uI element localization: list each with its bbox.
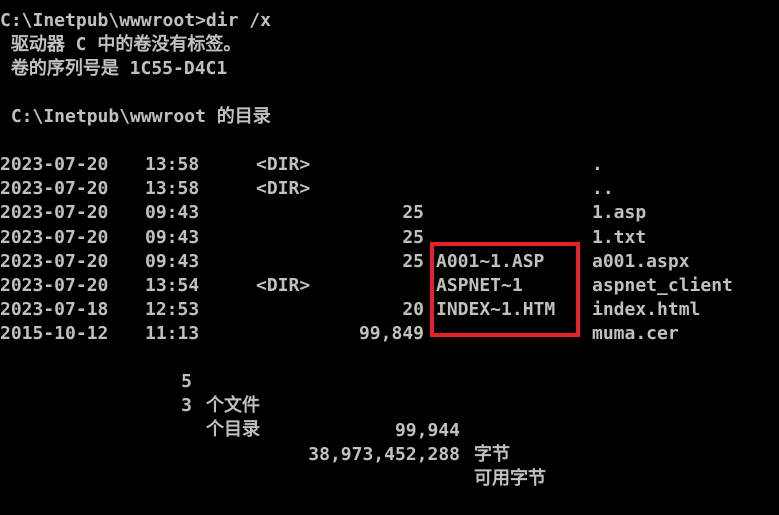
- files-bytes: 99,944: [394, 419, 460, 441]
- entry-name: ..: [592, 178, 614, 200]
- entry-name: .: [592, 154, 603, 175]
- directory-heading: C:\Inetpub\wwwroot 的目录: [0, 106, 271, 127]
- entry-time: 13:58: [145, 178, 200, 200]
- entry-time: 09:43: [145, 250, 200, 272]
- dirs-count: 3: [181, 395, 192, 417]
- entry-time: 09:43: [145, 202, 200, 224]
- entry-date: 2023-07-18: [0, 299, 109, 321]
- prompt-line: C:\Inetpub\wwwroot>dir /x: [0, 10, 271, 31]
- entry-dir-flag: <DIR>: [256, 178, 311, 200]
- entry-date: 2023-07-20: [0, 202, 109, 224]
- entry-date: 2015-10-12: [0, 323, 109, 345]
- entry-time: 13:58: [145, 154, 200, 175]
- entry-date: 2023-07-20: [0, 178, 109, 200]
- entry-size: 25: [402, 250, 424, 272]
- entry-date: 2023-07-20: [0, 154, 109, 175]
- short-name-highlight-box: [430, 242, 580, 337]
- dirs-bytes: 38,973,452,288: [308, 443, 460, 465]
- serial-number-line: 卷的序列号是 1C55-D4C1: [0, 58, 228, 79]
- entry-dir-flag: <DIR>: [256, 154, 311, 175]
- files-summary: 5 个文件 99,944 字节: [0, 346, 510, 465]
- entry-name: 1.asp: [592, 202, 647, 224]
- files-unit: 字节: [474, 443, 510, 465]
- entry-size: 25: [402, 226, 424, 248]
- entry-dir-flag: <DIR>: [256, 275, 311, 296]
- entry-date: 2023-07-20: [0, 226, 109, 248]
- volume-label-line: 驱动器 C 中的卷没有标签。: [0, 34, 242, 55]
- entry-date: 2023-07-20: [0, 275, 109, 296]
- console-window[interactable]: C:\Inetpub\wwwroot>dir /x 驱动器 C 中的卷没有标签。…: [0, 0, 779, 489]
- entry-name: 1.txt: [592, 226, 647, 248]
- entry-size: 25: [402, 202, 424, 224]
- entry-time: 09:43: [145, 226, 200, 248]
- entry-name: index.html: [592, 299, 701, 321]
- entry-name: a001.aspx: [592, 250, 690, 272]
- dirs-summary: 3 个目录 38,973,452,288 可用字节: [0, 370, 546, 489]
- entry-name: aspnet_client: [592, 275, 733, 296]
- entry-time: 12:53: [145, 299, 200, 321]
- entry-date: 2023-07-20: [0, 250, 109, 272]
- entry-size: 99,849: [358, 323, 424, 345]
- entry-time: 11:13: [145, 323, 200, 345]
- dirs-label: 个目录: [206, 419, 260, 441]
- entry-time: 13:54: [145, 275, 200, 296]
- entry-name: muma.cer: [592, 323, 679, 345]
- files-count: 5: [181, 371, 192, 393]
- entry-size: 20: [402, 299, 424, 321]
- dirs-unit: 可用字节: [474, 467, 546, 489]
